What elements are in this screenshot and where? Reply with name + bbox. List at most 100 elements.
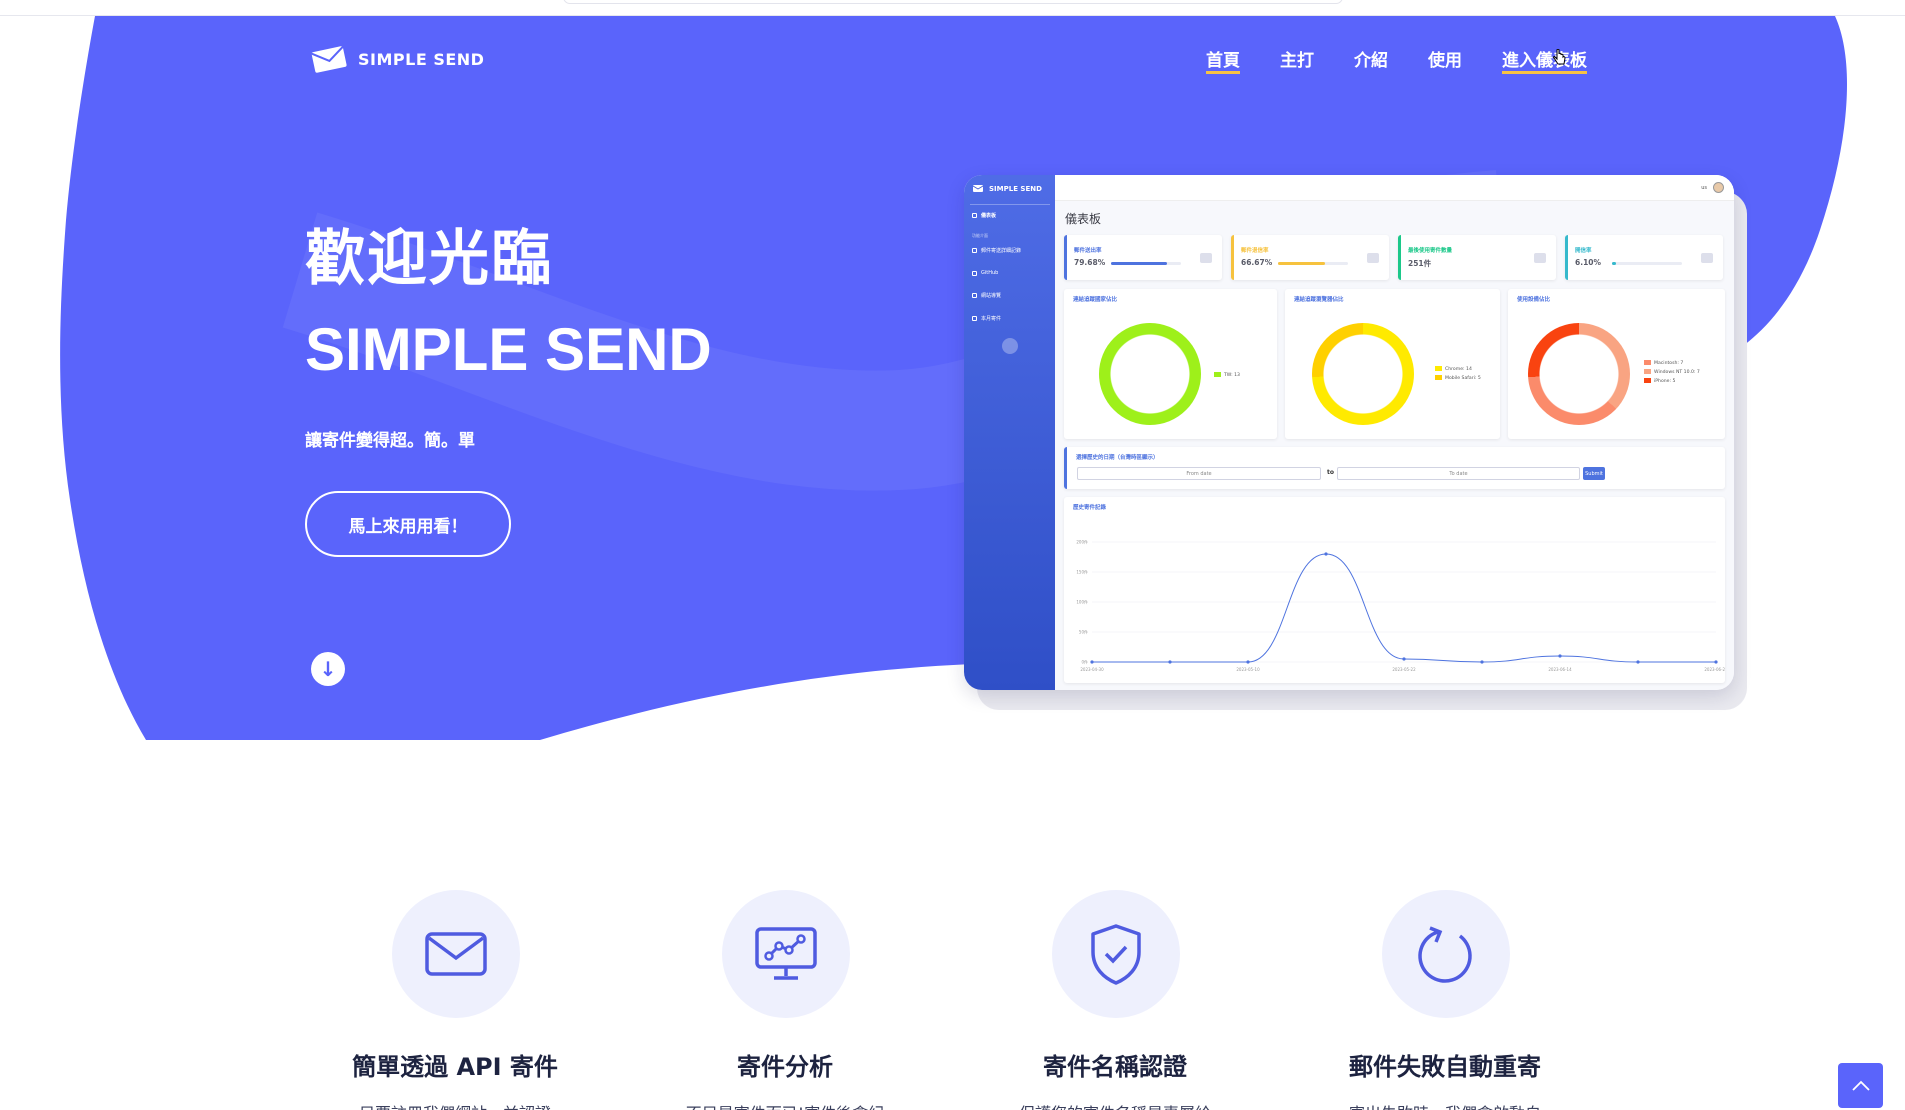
- nav-featured[interactable]: 主打: [1280, 46, 1314, 71]
- scroll-down-button[interactable]: ↓: [311, 652, 345, 686]
- submit-button: Submit: [1583, 467, 1605, 480]
- list-icon: [972, 248, 977, 253]
- chevron-up-icon: [1851, 1080, 1870, 1091]
- hero-title: 歡迎光臨: [305, 224, 553, 294]
- donut-legend: TW: 13: [1214, 371, 1240, 380]
- x-tick-label: 2023-05-10: [1236, 667, 1260, 672]
- data-point: [1324, 552, 1328, 556]
- history-card: 歷史寄件記錄 0件 50件 100件 150件 200件 2023-04-30 2023-0…: [1064, 497, 1725, 683]
- kpi-card: 開信率 6.10%: [1565, 235, 1723, 280]
- nav-home[interactable]: 首頁: [1206, 46, 1240, 71]
- y-tick-label: 0件: [1081, 659, 1088, 665]
- nav-dashboard[interactable]: 進入儀表板: [1502, 46, 1587, 71]
- dashboard-preview: SIMPLE SEND 儀表板 功能介面 郵件寄送詳細記錄 GitHub 網站導…: [964, 175, 1734, 690]
- feature-icon-circle: [1052, 890, 1180, 1018]
- feature-icon-circle: [1382, 890, 1510, 1018]
- home-icon: [972, 213, 977, 218]
- preview-topbar: us: [1055, 175, 1734, 201]
- x-tick-label: 2023-06-14: [1548, 667, 1572, 672]
- feature-icon-circle: [392, 890, 520, 1018]
- avatar: [1713, 182, 1724, 193]
- from-date-input: From date: [1077, 467, 1321, 480]
- series-line: [1092, 553, 1716, 663]
- donut-legend: Chrome: 14 Mobile Safari: 5: [1435, 365, 1481, 383]
- mail-icon: [425, 932, 487, 976]
- back-to-top-button[interactable]: [1838, 1063, 1883, 1108]
- analytics-monitor-icon: [755, 927, 817, 980]
- preview-nav-item: GitHub: [972, 270, 998, 276]
- date-filter-card: 選擇歷史的日期（台灣時區顯示） From date to To date Sub…: [1064, 447, 1725, 489]
- mail-icon: [1701, 253, 1713, 263]
- envelope-logo-icon: [311, 46, 347, 73]
- mail-icon: [1534, 253, 1546, 263]
- donut-chart: [1528, 323, 1630, 425]
- donut-card: 使用設備佔比 Macintosh: 7 Windows NT 10.0: 7 i…: [1508, 289, 1725, 439]
- donut-chart: [1099, 323, 1201, 425]
- to-label: to: [1327, 469, 1334, 476]
- preview-title: 儀表板: [1065, 212, 1102, 226]
- feature-icon-circle: [722, 890, 850, 1018]
- preview-sidebar: SIMPLE SEND 儀表板 功能介面 郵件寄送詳細記錄 GitHub 網站導…: [964, 175, 1055, 690]
- flag-icon: us: [1701, 185, 1707, 191]
- feature-title: 簡單透過 API 寄件: [352, 1053, 558, 1081]
- feature-desc: 寄出失敗時，我們會啟動自: [1280, 1100, 1610, 1110]
- donut-legend: Macintosh: 7 Windows NT 10.0: 7 iPhone: …: [1644, 359, 1700, 386]
- mail-icon: [1200, 253, 1212, 263]
- y-tick-label: 100件: [1076, 599, 1088, 605]
- donut-chart: [1312, 323, 1414, 425]
- map-icon: [972, 293, 977, 298]
- mail-icon: [1367, 253, 1379, 263]
- preview-nav-item: 網站導覽: [972, 292, 1001, 299]
- kpi-card: 郵件退信率 66.67%: [1231, 235, 1389, 280]
- y-tick-label: 50件: [1079, 629, 1088, 635]
- feature-desc: 不只是寄件而已!寄件後會紀: [620, 1100, 950, 1110]
- y-tick-label: 200件: [1076, 539, 1088, 545]
- y-tick-label: 150件: [1076, 569, 1088, 575]
- data-point: [1168, 660, 1172, 664]
- preview-nav-item: 郵件寄送詳細記錄: [972, 247, 1021, 254]
- donut-card: 連結追蹤瀏覽器佔比 Chrome: 14 Mobile Safari: 5: [1285, 289, 1500, 439]
- hero-subtitle: SIMPLE SEND: [305, 316, 712, 383]
- history-line-chart: 0件 50件 100件 150件 200件 2023-04-30 2023-05-10 202…: [1076, 539, 1725, 673]
- sidebar-toggle-icon: [1002, 338, 1018, 354]
- preview-divider: [970, 204, 1050, 205]
- calendar-icon: [972, 316, 977, 321]
- data-point: [1246, 660, 1250, 664]
- preview-nav-item: 本月寄件: [972, 315, 1001, 322]
- data-point: [1636, 660, 1640, 664]
- feature-title: 郵件失敗自動重寄: [1349, 1053, 1541, 1081]
- to-date-input: To date: [1337, 467, 1580, 480]
- kpi-card: 郵件送出率 79.68%: [1064, 235, 1222, 280]
- preview-brand: SIMPLE SEND: [972, 184, 1042, 194]
- data-point: [1558, 654, 1562, 658]
- feature-desc: 只要註冊我們網站，並認證: [290, 1100, 620, 1110]
- shield-check-icon: [1091, 924, 1141, 985]
- brand-logo[interactable]: SIMPLE SEND: [310, 44, 484, 74]
- feature-title: 寄件分析: [737, 1053, 833, 1081]
- main-nav: 首頁 主打 介紹 使用 進入儀表板: [1206, 46, 1587, 71]
- data-point: [1714, 660, 1718, 664]
- github-icon: [972, 270, 977, 276]
- hand-cursor-icon: [1553, 49, 1566, 65]
- data-point: [1090, 660, 1094, 664]
- x-tick-label: 2023-04-30: [1080, 667, 1104, 672]
- data-point: [1402, 657, 1406, 661]
- brand-name: SIMPLE SEND: [358, 49, 485, 69]
- data-point: [1480, 660, 1484, 664]
- feature-title: 寄件名稱認證: [1043, 1053, 1187, 1081]
- preview-nav-section: 功能介面: [972, 233, 988, 238]
- preview-main: us 儀表板 郵件送出率 79.68% 郵件退信率 66.67% 最後使用寄件數…: [1055, 175, 1734, 690]
- preview-logo-icon: [972, 185, 984, 192]
- feature-desc: 保護您的寄件名稱是專屬給: [950, 1100, 1280, 1110]
- arrow-down-icon: ↓: [319, 657, 337, 681]
- try-now-button[interactable]: 馬上來用用看！: [305, 491, 511, 557]
- hero-tagline: 讓寄件變得超。簡。單: [305, 431, 475, 451]
- preview-nav-home: 儀表板: [972, 212, 996, 219]
- refresh-icon: [1418, 926, 1472, 983]
- x-tick-label: 2023-05-22: [1392, 667, 1416, 672]
- donut-card: 連結追蹤國家佔比 TW: 13: [1064, 289, 1277, 439]
- nav-about[interactable]: 介紹: [1354, 46, 1388, 71]
- kpi-card: 最後使用寄件數量 251件: [1398, 235, 1556, 280]
- x-tick-label: 2023-06-28: [1704, 667, 1725, 672]
- nav-usage[interactable]: 使用: [1428, 46, 1462, 71]
